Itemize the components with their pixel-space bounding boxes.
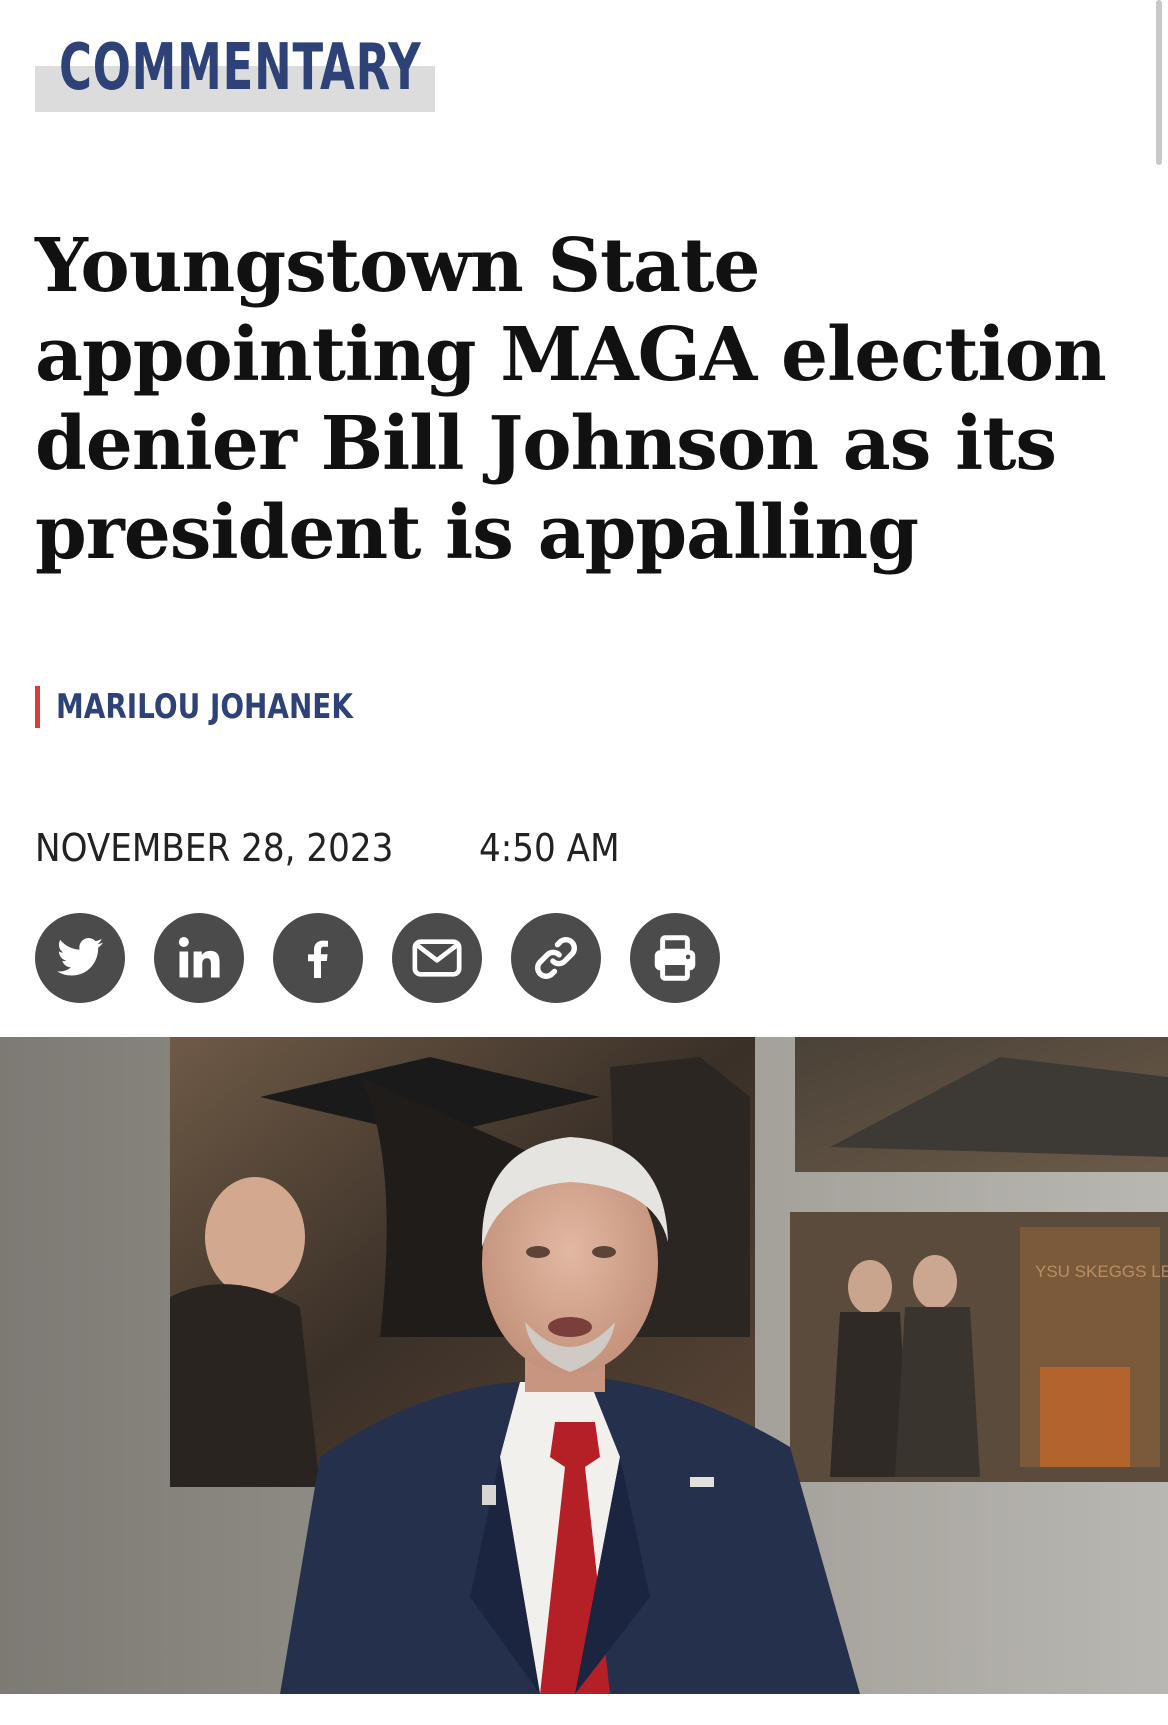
print-button[interactable] (630, 913, 720, 1003)
article-headline: Youngstown State appointing MAGA electio… (35, 223, 1107, 576)
email-icon (412, 939, 462, 977)
copy-link-button[interactable] (511, 913, 601, 1003)
byline: MARILOU JOHANEK (35, 686, 418, 728)
dateline: NOVEMBER 28, 2023 4:50 AM (35, 826, 635, 870)
publish-date: NOVEMBER 28, 2023 (35, 826, 394, 870)
link-icon (535, 937, 577, 979)
share-bar (35, 913, 720, 1003)
twitter-share-button[interactable] (35, 913, 125, 1003)
publish-time: 4:50 AM (479, 826, 620, 870)
article-photo[interactable]: YSU SKEGGS LECTURE SERIES (0, 1037, 1168, 1694)
linkedin-icon (178, 936, 220, 978)
print-icon (654, 935, 696, 981)
author-name[interactable]: MARILOU JOHANEK (56, 687, 353, 727)
facebook-share-button[interactable] (273, 913, 363, 1003)
facebook-icon (308, 940, 328, 978)
photo-illustration: YSU SKEGGS LECTURE SERIES (0, 1037, 1168, 1694)
twitter-icon (57, 938, 103, 976)
email-share-button[interactable] (392, 913, 482, 1003)
poster-text: YSU SKEGGS LECTURE SERIES (1035, 1262, 1168, 1281)
scrollbar[interactable] (1156, 0, 1162, 165)
linkedin-share-button[interactable] (154, 913, 244, 1003)
section-kicker[interactable]: COMMENTARY (35, 28, 435, 112)
section-label[interactable]: COMMENTARY (59, 28, 422, 108)
byline-accent-bar (35, 686, 40, 728)
